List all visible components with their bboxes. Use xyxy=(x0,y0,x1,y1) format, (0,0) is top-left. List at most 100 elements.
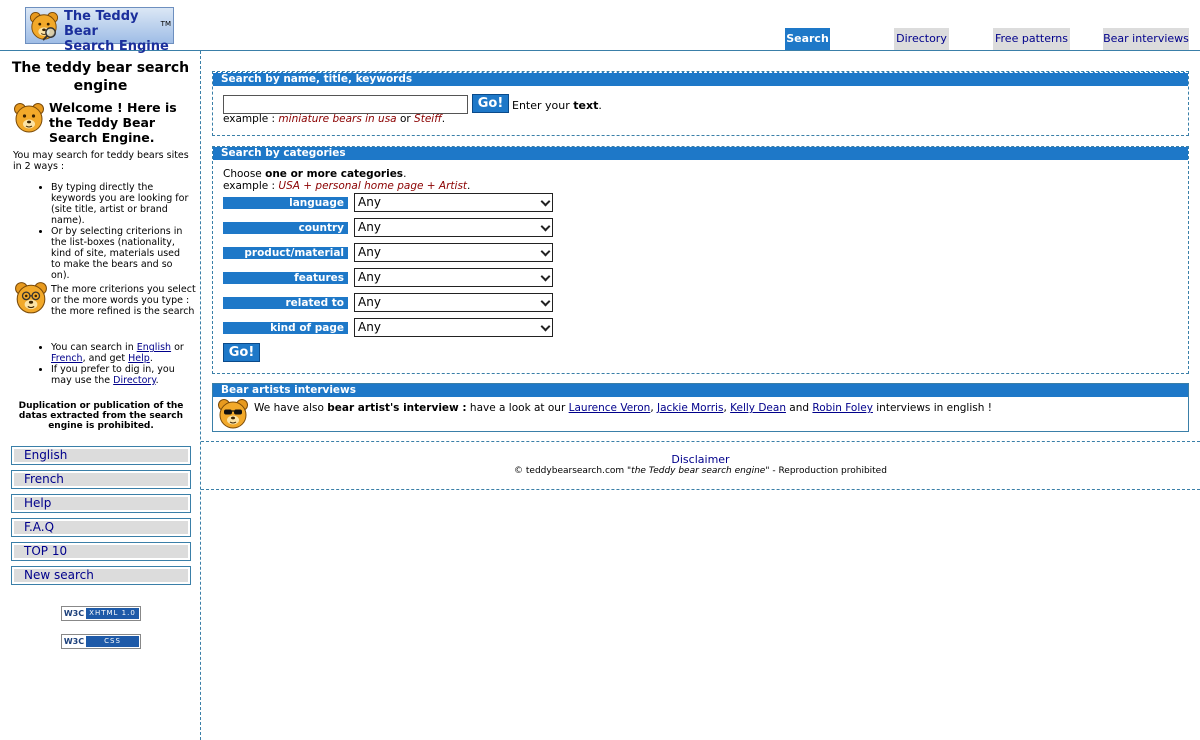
artist-link-robin-foley[interactable]: Robin Foley xyxy=(812,402,873,414)
nav-button-label: English xyxy=(14,449,188,462)
text: , xyxy=(650,402,658,414)
page-header: The Teddy Bear Search Engine TM Search D… xyxy=(0,0,1200,54)
product-material-select[interactable]: Any xyxy=(354,243,553,262)
tab-search[interactable]: Search xyxy=(785,28,830,50)
country-label: country xyxy=(223,222,348,234)
text: and xyxy=(785,402,813,414)
badge-text: XHTML 1.0 xyxy=(86,608,139,619)
badge-text: CSS xyxy=(86,636,139,647)
country-select[interactable]: Any xyxy=(354,218,553,237)
sidebar: The teddy bear search engine Welcome ! H… xyxy=(0,51,201,740)
teddy-bear-magnifier-icon xyxy=(29,11,59,41)
nav-button-english[interactable]: English xyxy=(11,446,191,465)
list-item: If you prefer to dig in, you may use the… xyxy=(51,364,191,386)
kind-of-page-label: kind of page xyxy=(223,322,348,334)
artist-link-kelly-dean[interactable]: Kelly Dean xyxy=(730,402,786,414)
text: or xyxy=(396,113,415,125)
features-select[interactable]: Any xyxy=(354,268,553,287)
nav-button-help[interactable]: Help xyxy=(11,494,191,513)
text-bold: bear artist's interview : xyxy=(327,402,467,414)
text-italic: "the Teddy bear search engine" xyxy=(627,466,770,476)
text: You can search in xyxy=(51,342,137,353)
more-criterions-note: The more criterions you select or the mo… xyxy=(51,284,196,317)
chevron-down-icon xyxy=(540,246,551,257)
text: . xyxy=(155,375,159,386)
nav-button-label: Help xyxy=(14,497,188,510)
text: . xyxy=(149,353,153,364)
keyword-go-button[interactable]: Go! xyxy=(472,94,509,113)
text-bold: one or more categories xyxy=(265,168,404,180)
keyword-search-input[interactable] xyxy=(223,95,468,114)
select-value: Any xyxy=(358,320,381,334)
disclaimer-link[interactable]: Disclaimer xyxy=(201,453,1200,466)
chevron-down-icon xyxy=(540,271,551,282)
nav-button-label: TOP 10 xyxy=(14,545,188,558)
tab-free-patterns[interactable]: Free patterns xyxy=(993,28,1070,50)
directory-link[interactable]: Directory xyxy=(113,375,155,386)
nav-button-new-search[interactable]: New search xyxy=(11,566,191,585)
nav-button-french[interactable]: French xyxy=(11,470,191,489)
interviews-panel: Bear artists interviews We have also bea… xyxy=(212,383,1189,432)
interviews-text: We have also bear artist's interview : h… xyxy=(254,402,992,414)
intro-text: You may search for teddy bears sites in … xyxy=(13,150,189,172)
chevron-down-icon xyxy=(540,321,551,332)
text: . xyxy=(441,113,446,125)
chevron-down-icon xyxy=(540,296,551,307)
select-value: Any xyxy=(358,245,381,259)
trademark-mark: TM xyxy=(160,20,171,28)
nav-button-faq[interactable]: F.A.Q xyxy=(11,518,191,537)
language-select[interactable]: Any xyxy=(354,193,553,212)
select-value: Any xyxy=(358,220,381,234)
nav-button-top10[interactable]: TOP 10 xyxy=(11,542,191,561)
w3c-mark: W3C xyxy=(63,608,85,619)
w3c-css-badge[interactable]: W3C CSS xyxy=(61,634,141,649)
text: - Reproduction prohibited xyxy=(769,466,887,476)
w3c-xhtml-badge[interactable]: W3C XHTML 1.0 xyxy=(61,606,141,621)
search-ways-list: By typing directly the keywords you are … xyxy=(29,182,191,281)
list-item: Or by selecting criterions in the list-b… xyxy=(51,226,191,281)
category-go-button[interactable]: Go! xyxy=(223,343,260,362)
example-value: miniature bears in usa xyxy=(278,113,397,125)
select-value: Any xyxy=(358,295,381,309)
text: or xyxy=(171,342,184,353)
teddy-bear-icon xyxy=(14,103,44,133)
related-to-label: related to xyxy=(223,297,348,309)
chevron-down-icon xyxy=(540,196,551,207)
logo-title: The Teddy Bear Search Engine xyxy=(64,9,173,54)
language-label: language xyxy=(223,197,348,209)
enter-text-hint: Enter your text. xyxy=(512,99,602,112)
tab-bear-interviews[interactable]: Bear interviews xyxy=(1103,28,1189,50)
artist-link-laurence-veron[interactable]: Laurence Veron xyxy=(569,402,651,414)
text: We have also xyxy=(254,402,328,414)
site-logo[interactable]: The Teddy Bear Search Engine TM xyxy=(25,7,174,54)
french-link[interactable]: French xyxy=(51,353,83,364)
tab-directory[interactable]: Directory xyxy=(894,28,949,50)
features-label: features xyxy=(223,272,348,284)
nav-button-label: New search xyxy=(14,569,188,582)
sidebar-title: The teddy bear search engine xyxy=(11,60,190,94)
list-item: By typing directly the keywords you are … xyxy=(51,182,191,226)
text: Enter your xyxy=(512,99,574,112)
copyright-notice: © teddybearsearch.com "the Teddy bear se… xyxy=(201,466,1200,476)
text: . xyxy=(598,99,602,112)
logo-title-line1: The Teddy Bear xyxy=(64,9,139,39)
teddy-bear-glasses-icon xyxy=(15,282,47,314)
keyword-example: example : miniature bears in usa or Stei… xyxy=(223,113,445,125)
w3c-mark: W3C xyxy=(63,636,85,647)
kind-of-page-select[interactable]: Any xyxy=(354,318,553,337)
help-link[interactable]: Help xyxy=(128,353,150,364)
example-value: USA + personal home page + Artist xyxy=(278,180,468,192)
category-example: example : USA + personal home page + Art… xyxy=(223,180,470,192)
artist-link-jackie-morris[interactable]: Jackie Morris xyxy=(657,402,723,414)
related-to-select[interactable]: Any xyxy=(354,293,553,312)
nav-button-label: French xyxy=(14,473,188,486)
chevron-down-icon xyxy=(540,221,551,232)
text: example : xyxy=(223,180,279,192)
text: have a look at our xyxy=(466,402,569,414)
english-link[interactable]: English xyxy=(137,342,171,353)
list-item: You can search in English or French, and… xyxy=(51,342,191,364)
text: example : xyxy=(223,113,279,125)
page-footer: Disclaimer © teddybearsearch.com "the Te… xyxy=(201,441,1200,490)
keyword-search-panel: Search by name, title, keywords Go! Ente… xyxy=(212,71,1189,136)
choose-categories-text: Choose one or more categories. xyxy=(223,168,406,180)
